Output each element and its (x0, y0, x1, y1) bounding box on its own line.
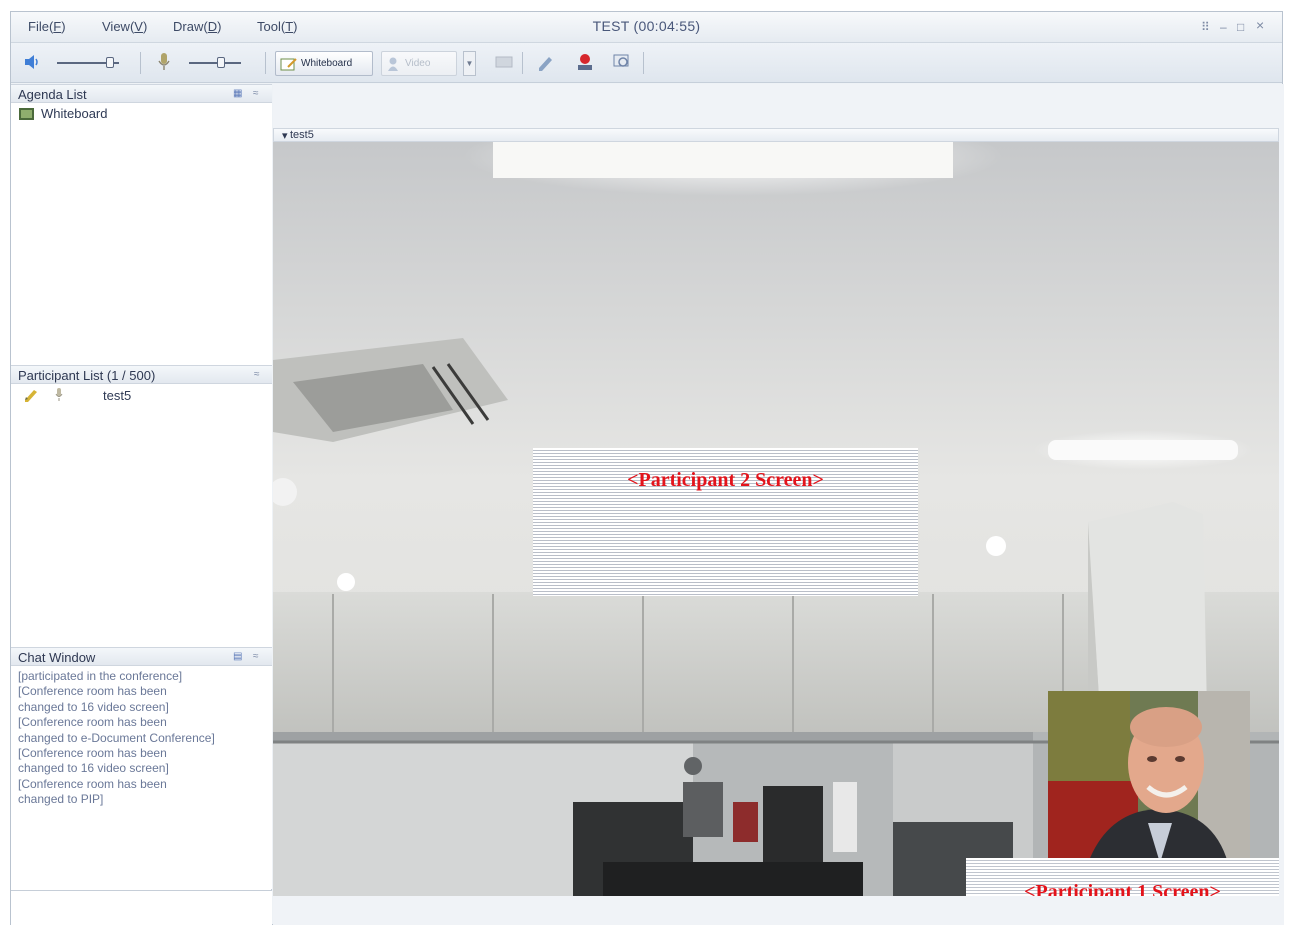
chat-log: [participated in the conference] [Confer… (11, 666, 272, 889)
chat-line: [Conference room has been (18, 776, 167, 791)
chat-input[interactable] (11, 890, 272, 925)
menu-view[interactable]: View(V) (102, 19, 147, 34)
chat-line: [Conference room has been (18, 746, 167, 761)
chat-line: [participated in the conference] (18, 669, 183, 683)
toolbar-divider (140, 52, 141, 74)
video-tab-label: ▾ test5 (282, 129, 314, 142)
participant-1-label: <Participant 1 Screen> (1024, 881, 1221, 896)
chat-line: changed to 16 video screen] (18, 761, 169, 776)
chat-line: [Conference room has been (18, 684, 167, 699)
menu-draw[interactable]: Draw(D) (173, 19, 221, 34)
chat-panel-header: Chat Window ▤ ≈ (11, 647, 272, 666)
video-dropdown[interactable]: ▼ (463, 51, 476, 76)
participant-panel-header: Participant List (1 / 500) ≈ (11, 365, 272, 384)
participant-1-label-box: <Participant 1 Screen> (966, 858, 1279, 896)
whiteboard-label: Whiteboard (301, 58, 353, 69)
collapse-icon[interactable]: ≈ (253, 651, 259, 662)
app-window: File(F) View(V) Draw(D) Tool(T) TEST (00… (10, 11, 1284, 925)
microphone-icon (55, 388, 63, 401)
video-button[interactable]: Video (381, 51, 457, 76)
agenda-item-whiteboard[interactable]: Whiteboard (19, 106, 107, 121)
microphone-icon[interactable] (154, 52, 174, 72)
capture-icon[interactable] (612, 52, 632, 72)
minimize-button[interactable]: – (1220, 20, 1227, 34)
left-panel-column: Agenda List ▦ ≈ Whiteboard Participant L… (11, 84, 272, 925)
menu-file[interactable]: File(F) (28, 19, 66, 34)
video-icon (388, 57, 398, 71)
mic-volume-track (189, 62, 241, 64)
panel-menu-icon[interactable]: ▦ (233, 88, 242, 99)
participant-1-avatar (1048, 691, 1250, 863)
whiteboard-icon (280, 57, 297, 70)
chat-line: changed to e-Document Conference] (18, 730, 215, 745)
whiteboard-icon (19, 107, 34, 120)
participant-row[interactable]: test5 (19, 387, 259, 405)
maximize-button[interactable]: □ (1237, 20, 1244, 34)
screen-share-icon[interactable] (494, 52, 514, 72)
mic-volume-slider[interactable] (217, 57, 225, 68)
chat-line: changed to PIP] (18, 792, 104, 807)
main-content: ▾ test5 <Participant 2 Screen> <Particip… (273, 84, 1284, 925)
toolbar-divider (265, 52, 266, 74)
pencil-icon (25, 390, 37, 402)
menu-bar: File(F) View(V) Draw(D) Tool(T) TEST (00… (11, 12, 1282, 43)
chat-line: changed to 16 video screen] (18, 699, 169, 714)
speaker-volume-slider[interactable] (106, 57, 114, 68)
video-label: Video (405, 58, 431, 69)
record-icon[interactable] (575, 52, 595, 72)
participant-name: test5 (103, 388, 132, 403)
whiteboard-button[interactable]: Whiteboard (275, 51, 373, 76)
toolbar: Whiteboard Video ▼ (11, 43, 1282, 83)
toolbar-divider (522, 52, 523, 74)
agenda-panel-header: Agenda List ▦ ≈ (11, 84, 272, 103)
chat-panel-title: Chat Window (18, 650, 96, 665)
participant-2-label-box: <Participant 2 Screen> (533, 448, 918, 596)
participant-2-video: <Participant 2 Screen> <Participant 1 Sc… (273, 142, 1279, 896)
speaker-icon[interactable] (23, 52, 43, 72)
video-tab-bar[interactable]: ▾ test5 (273, 128, 1279, 142)
toolbar-divider (643, 52, 644, 74)
agenda-panel-title: Agenda List (18, 87, 87, 102)
collapse-icon[interactable]: ≈ (253, 88, 259, 99)
chat-line: [Conference room has been (18, 715, 167, 730)
grip-icon[interactable]: ⠿ (1201, 20, 1210, 34)
edit-tool-icon[interactable] (535, 52, 555, 72)
panel-menu-icon[interactable]: ▤ (233, 651, 242, 662)
participant-2-label: <Participant 2 Screen> (627, 469, 824, 491)
menu-tool[interactable]: Tool(T) (257, 19, 298, 34)
close-button[interactable]: × (1256, 17, 1264, 33)
participant-1-video (1048, 691, 1250, 863)
agenda-list: Whiteboard (11, 103, 272, 365)
participant-panel-title: Participant List (1 / 500) (18, 368, 156, 383)
collapse-icon[interactable]: ≈ (254, 369, 260, 380)
agenda-item-label: Whiteboard (41, 106, 108, 121)
participant-list: test5 (11, 384, 272, 647)
